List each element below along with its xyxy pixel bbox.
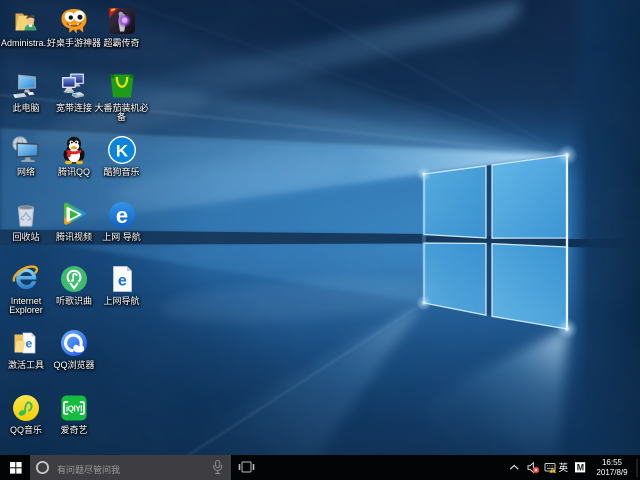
svg-text:M: M [577, 463, 584, 473]
svg-text:e: e [115, 203, 127, 228]
svg-text:K: K [115, 142, 128, 161]
svg-text:e: e [117, 273, 126, 290]
svg-text:iQIYI: iQIYI [66, 404, 82, 413]
svg-text:e: e [25, 337, 32, 351]
svg-text:英: 英 [559, 462, 569, 474]
